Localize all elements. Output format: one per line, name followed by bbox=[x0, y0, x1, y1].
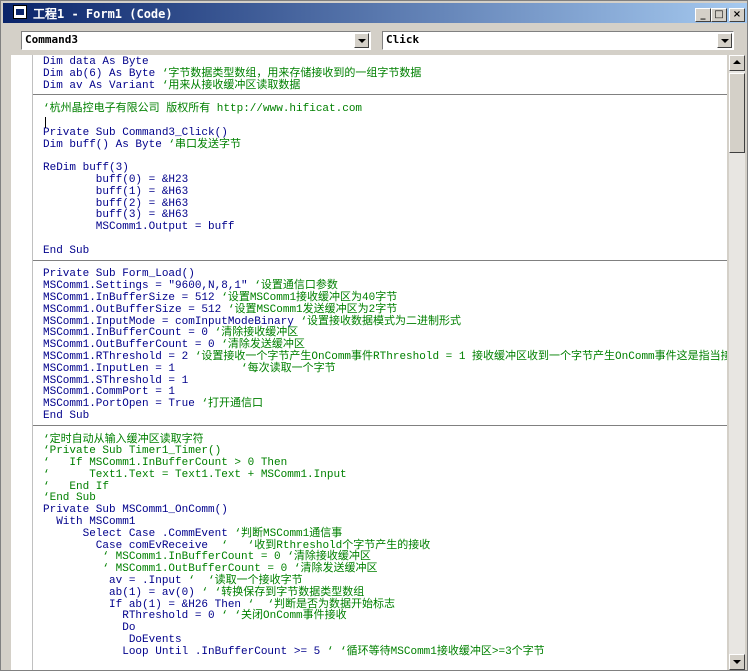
code-line[interactable] bbox=[43, 116, 723, 128]
scroll-down-button[interactable] bbox=[729, 654, 745, 670]
code-text[interactable]: Dim data As Byte Dim ab(6) As Byte ‘字节数据类… bbox=[43, 56, 727, 659]
code-line[interactable]: End Sub bbox=[43, 245, 723, 258]
code-line[interactable]: ‘ Text1.Text = Text1.Text + MSComm1.Inpu… bbox=[43, 469, 723, 482]
minimize-button[interactable]: _ bbox=[695, 8, 711, 22]
code-line[interactable]: Loop Until .InBufferCount >= 5 ‘ ‘循环等待MS… bbox=[43, 646, 723, 659]
code-line[interactable]: buff(1) = &H63 bbox=[43, 186, 723, 199]
object-combo[interactable]: Command3 bbox=[21, 31, 371, 50]
code-line[interactable]: ‘杭州晶控电子有限公司 版权所有 http://www.hificat.com bbox=[43, 103, 723, 116]
window-title: 工程1 - Form1 (Code) bbox=[33, 7, 173, 21]
code-line[interactable] bbox=[43, 151, 723, 163]
procedure-separator bbox=[33, 424, 727, 426]
code-line[interactable]: Dim av As Variant ‘用来从接收缓冲区读取数据 bbox=[43, 80, 723, 93]
code-window: 工程1 - Form1 (Code) _ □ × Command3 Click … bbox=[0, 0, 748, 671]
code-line[interactable]: MSComm1.Output = buff bbox=[43, 221, 723, 234]
procedure-separator bbox=[33, 259, 727, 261]
code-editor[interactable]: Dim data As Byte Dim ab(6) As Byte ‘字节数据类… bbox=[11, 55, 727, 670]
margin-indicator-bar[interactable] bbox=[11, 55, 33, 670]
code-line[interactable]: Dim buff() As Byte ‘串口发送字节 bbox=[43, 139, 723, 152]
object-combo-dropdown-icon[interactable] bbox=[354, 33, 369, 48]
code-line[interactable]: ‘ End If bbox=[43, 481, 723, 494]
code-line[interactable]: End Sub bbox=[43, 410, 723, 423]
text-cursor bbox=[45, 117, 46, 128]
procedure-separator bbox=[33, 94, 727, 96]
close-button[interactable]: × bbox=[729, 8, 745, 22]
code-line[interactable]: buff(0) = &H23 bbox=[43, 174, 723, 187]
code-line[interactable]: MSComm1.InputLen = 1 ‘每次读取一个字节 bbox=[43, 363, 723, 376]
object-combo-value: Command3 bbox=[25, 33, 78, 46]
code-line[interactable]: MSComm1.PortOpen = True ‘打开通信口 bbox=[43, 398, 723, 411]
vb-form-icon bbox=[13, 5, 27, 19]
code-line[interactable]: Private Sub MSComm1_OnComm() bbox=[43, 504, 723, 517]
procedure-combo-dropdown-icon[interactable] bbox=[717, 33, 732, 48]
procedure-combo[interactable]: Click bbox=[382, 31, 734, 50]
title-bar[interactable]: 工程1 - Form1 (Code) _ □ × bbox=[3, 3, 747, 23]
maximize-button[interactable]: □ bbox=[711, 8, 727, 22]
scroll-up-button[interactable] bbox=[729, 55, 745, 71]
scroll-thumb[interactable] bbox=[729, 73, 745, 153]
procedure-combo-value: Click bbox=[386, 33, 420, 46]
code-line[interactable] bbox=[43, 234, 723, 246]
vertical-scrollbar[interactable] bbox=[729, 55, 745, 670]
code-line[interactable]: RThreshold = 0 ‘ ‘关闭OnComm事件接收 bbox=[43, 611, 723, 623]
